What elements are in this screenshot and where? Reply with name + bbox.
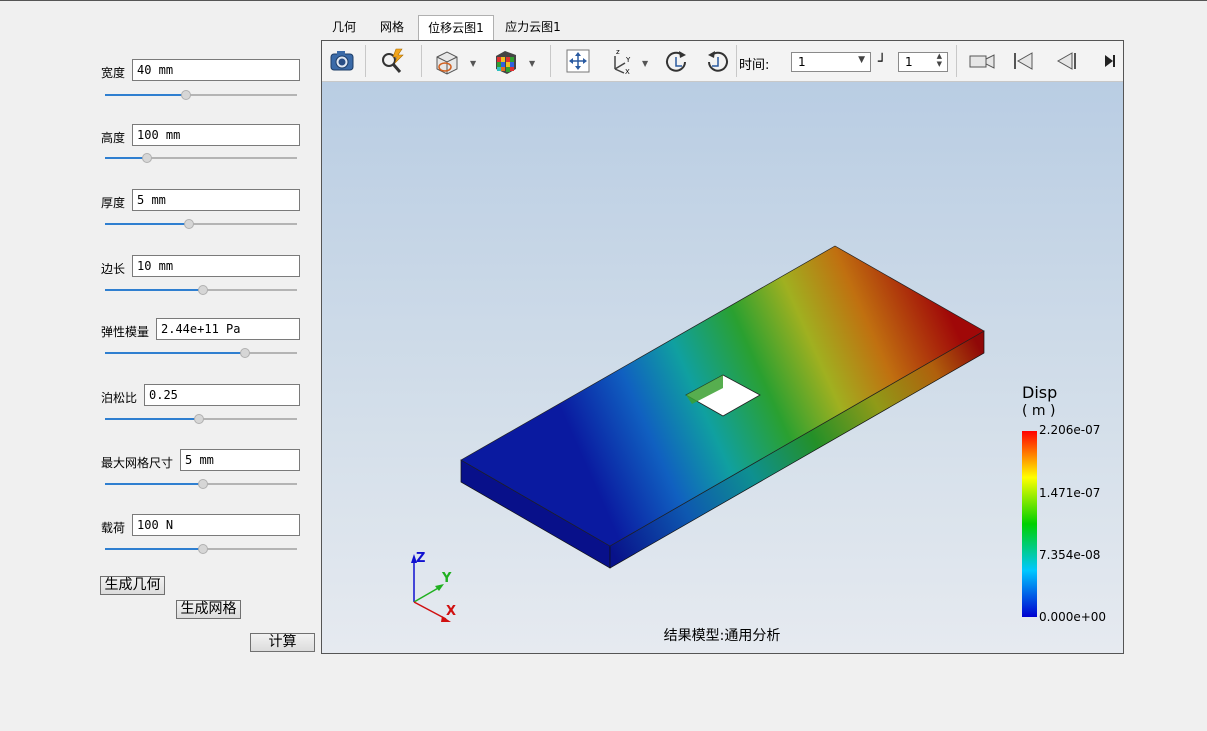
scene-caption: 结果模型:通用分析 xyxy=(664,628,781,644)
mesh-size-slider[interactable] xyxy=(105,479,297,489)
thickness-field[interactable]: 5 mm xyxy=(132,189,300,211)
mesh-size-label: 最大网格尺寸 xyxy=(101,456,174,470)
toolbar-separator xyxy=(956,45,957,77)
width-label: 宽度 xyxy=(101,66,126,80)
slider-handle[interactable] xyxy=(184,219,194,229)
zoom-magic-icon[interactable] xyxy=(378,47,406,75)
side-length-label: 边长 xyxy=(101,262,126,276)
color-cube-icon[interactable] xyxy=(492,47,520,75)
viewer-toolbar: ▼ ▼ z Y X ▼ 时间: 1 ▼ ┘ 1 ▲ ▼ xyxy=(322,41,1123,82)
toolbar-separator xyxy=(736,45,737,77)
svg-text:z: z xyxy=(616,48,620,56)
slider-handle[interactable] xyxy=(198,544,208,554)
thickness-slider[interactable] xyxy=(105,219,297,229)
color-legend: Disp ( m ) 2.206e-07 1.471e-07 7.354e-08… xyxy=(1022,383,1106,624)
slider-handle[interactable] xyxy=(181,90,191,100)
video-record-icon[interactable] xyxy=(968,47,996,75)
toolbar-separator xyxy=(550,45,551,77)
toolbar-overflow-icon[interactable] xyxy=(1103,47,1117,75)
fit-view-icon[interactable] xyxy=(564,47,592,75)
svg-text:X: X xyxy=(625,68,630,75)
legend-title: Disp xyxy=(1022,383,1057,402)
tab-displacement-contour[interactable]: 位移云图1 xyxy=(418,15,494,41)
legend-tick: 2.206e-07 xyxy=(1039,423,1100,437)
axis-z-label: Z xyxy=(416,551,425,566)
display-style-icon[interactable] xyxy=(433,47,461,75)
height-slider[interactable] xyxy=(105,153,297,163)
result-viewer: ▼ ▼ z Y X ▼ 时间: 1 ▼ ┘ 1 ▲ ▼ Z Y X Disp (… xyxy=(321,40,1124,654)
axis-y-label: Y xyxy=(441,571,452,586)
rotate-cw-icon[interactable] xyxy=(662,47,690,75)
legend-unit: ( m ) xyxy=(1022,403,1055,419)
legend-colorbar xyxy=(1022,431,1037,617)
slider-handle[interactable] xyxy=(240,348,250,358)
poisson-slider[interactable] xyxy=(105,414,297,424)
tab-stress-contour[interactable]: 应力云图1 xyxy=(500,15,566,40)
modulus-slider[interactable] xyxy=(105,348,297,358)
height-field[interactable]: 100 mm xyxy=(132,124,300,146)
thickness-label: 厚度 xyxy=(101,196,126,210)
step-spinbox[interactable]: 1 ▲ ▼ xyxy=(898,52,948,72)
chevron-down-icon[interactable]: ▼ xyxy=(470,59,476,68)
height-label: 高度 xyxy=(101,131,126,145)
legend-tick: 1.471e-07 xyxy=(1039,486,1100,500)
time-label: 时间: xyxy=(739,58,770,73)
width-field[interactable]: 40 mm xyxy=(132,59,300,81)
previous-frame-icon[interactable] xyxy=(1052,47,1080,75)
slider-handle[interactable] xyxy=(198,285,208,295)
chevron-down-icon[interactable]: ▼ xyxy=(858,55,865,65)
camera-snapshot-icon[interactable] xyxy=(328,47,356,75)
window-top-border xyxy=(0,0,1207,3)
mesh-size-field[interactable]: 5 mm xyxy=(180,449,300,471)
spin-arrows-icon[interactable]: ▲ ▼ xyxy=(937,52,942,68)
toolbar-separator xyxy=(421,45,422,77)
chevron-down-icon[interactable]: ▼ xyxy=(642,59,648,68)
load-field[interactable]: 100 N xyxy=(132,514,300,536)
load-slider[interactable] xyxy=(105,544,297,554)
chevron-down-icon[interactable]: ▼ xyxy=(529,59,535,68)
3d-scene[interactable]: Z Y X Disp ( m ) 2.206e-07 1.471e-07 7.3… xyxy=(322,82,1123,653)
rotate-ccw-icon[interactable] xyxy=(704,47,732,75)
time-select[interactable]: 1 ▼ xyxy=(791,52,871,72)
slider-handle[interactable] xyxy=(198,479,208,489)
tab-geometry[interactable]: 几何 xyxy=(327,15,361,40)
toolbar-separator xyxy=(365,45,366,77)
step-bracket-icon: ┘ xyxy=(878,54,887,70)
axes-orientation-icon[interactable]: z Y X xyxy=(607,47,635,75)
tab-mesh[interactable]: 网格 xyxy=(372,15,412,40)
slider-handle[interactable] xyxy=(194,414,204,424)
time-select-value: 1 xyxy=(798,55,806,69)
step-spinbox-value: 1 xyxy=(905,55,913,69)
generate-geometry-button[interactable]: 生成几何 xyxy=(100,576,165,595)
side-length-slider[interactable] xyxy=(105,285,297,295)
compute-button[interactable]: 计算 xyxy=(250,633,315,652)
legend-tick: 7.354e-08 xyxy=(1039,548,1100,562)
width-slider[interactable] xyxy=(105,90,297,100)
load-label: 载荷 xyxy=(101,521,126,535)
poisson-field[interactable]: 0.25 xyxy=(144,384,300,406)
generate-mesh-button[interactable]: 生成网格 xyxy=(176,600,241,619)
poisson-label: 泊松比 xyxy=(101,391,138,405)
slider-handle[interactable] xyxy=(142,153,152,163)
modulus-field[interactable]: 2.44e+11 Pa xyxy=(156,318,300,340)
first-frame-icon[interactable] xyxy=(1010,47,1038,75)
plate-model: Z Y X Disp ( m ) 2.206e-07 1.471e-07 7.3… xyxy=(411,245,1106,644)
modulus-label: 弹性模量 xyxy=(101,325,150,339)
side-length-field[interactable]: 10 mm xyxy=(132,255,300,277)
axis-triad: Z Y X xyxy=(411,551,456,622)
legend-tick: 0.000e+00 xyxy=(1039,610,1106,624)
svg-text:Y: Y xyxy=(625,56,631,64)
axis-x-label: X xyxy=(446,604,456,619)
